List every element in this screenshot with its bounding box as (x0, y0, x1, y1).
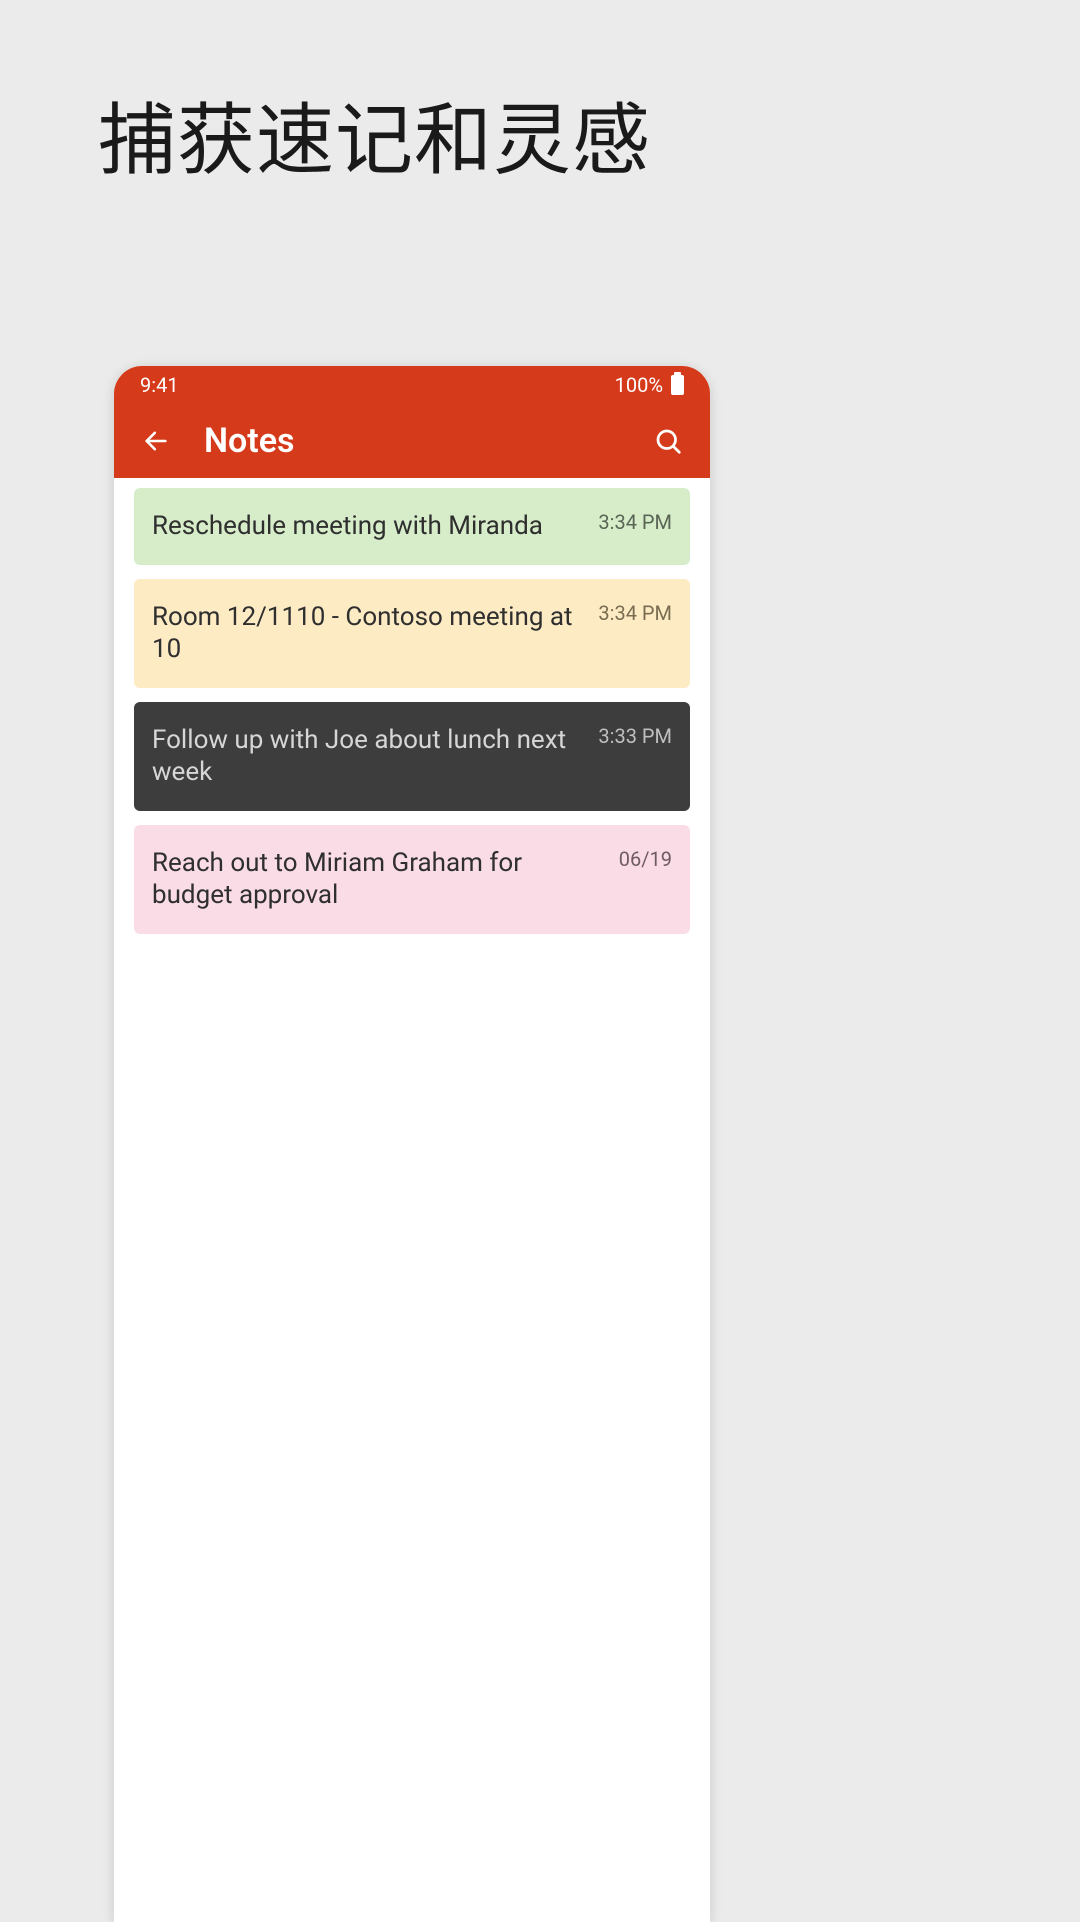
page-headline: 捕获速记和灵感 (0, 0, 1080, 190)
phone-frame: 9:41 100% Notes Reschedule meeting with … (114, 366, 710, 1922)
note-card[interactable]: Reach out to Miriam Graham for budget ap… (134, 825, 690, 934)
app-title: Notes (204, 421, 650, 461)
note-card[interactable]: Reschedule meeting with Miranda 3:34 PM (134, 488, 690, 565)
battery-icon (671, 375, 684, 395)
search-button[interactable] (650, 423, 686, 459)
status-time: 9:41 (140, 373, 179, 397)
battery-percent: 100% (615, 373, 663, 397)
note-text: Reschedule meeting with Miranda (152, 510, 586, 543)
note-time: 3:34 PM (598, 510, 672, 534)
note-card[interactable]: Room 12/1110 - Contoso meeting at 10 3:3… (134, 579, 690, 688)
note-time: 3:34 PM (598, 601, 672, 625)
back-button[interactable] (138, 423, 174, 459)
note-card[interactable]: Follow up with Joe about lunch next week… (134, 702, 690, 811)
app-bar: Notes (114, 404, 710, 478)
note-time: 3:33 PM (598, 724, 672, 748)
note-time: 06/19 (619, 847, 672, 871)
note-text: Room 12/1110 - Contoso meeting at 10 (152, 601, 586, 666)
search-icon (653, 426, 683, 456)
status-right: 100% (615, 373, 684, 397)
note-text: Reach out to Miriam Graham for budget ap… (152, 847, 607, 912)
notes-list: Reschedule meeting with Miranda 3:34 PM … (114, 478, 710, 958)
note-text: Follow up with Joe about lunch next week (152, 724, 586, 789)
status-bar: 9:41 100% (114, 366, 710, 404)
arrow-left-icon (142, 427, 170, 455)
